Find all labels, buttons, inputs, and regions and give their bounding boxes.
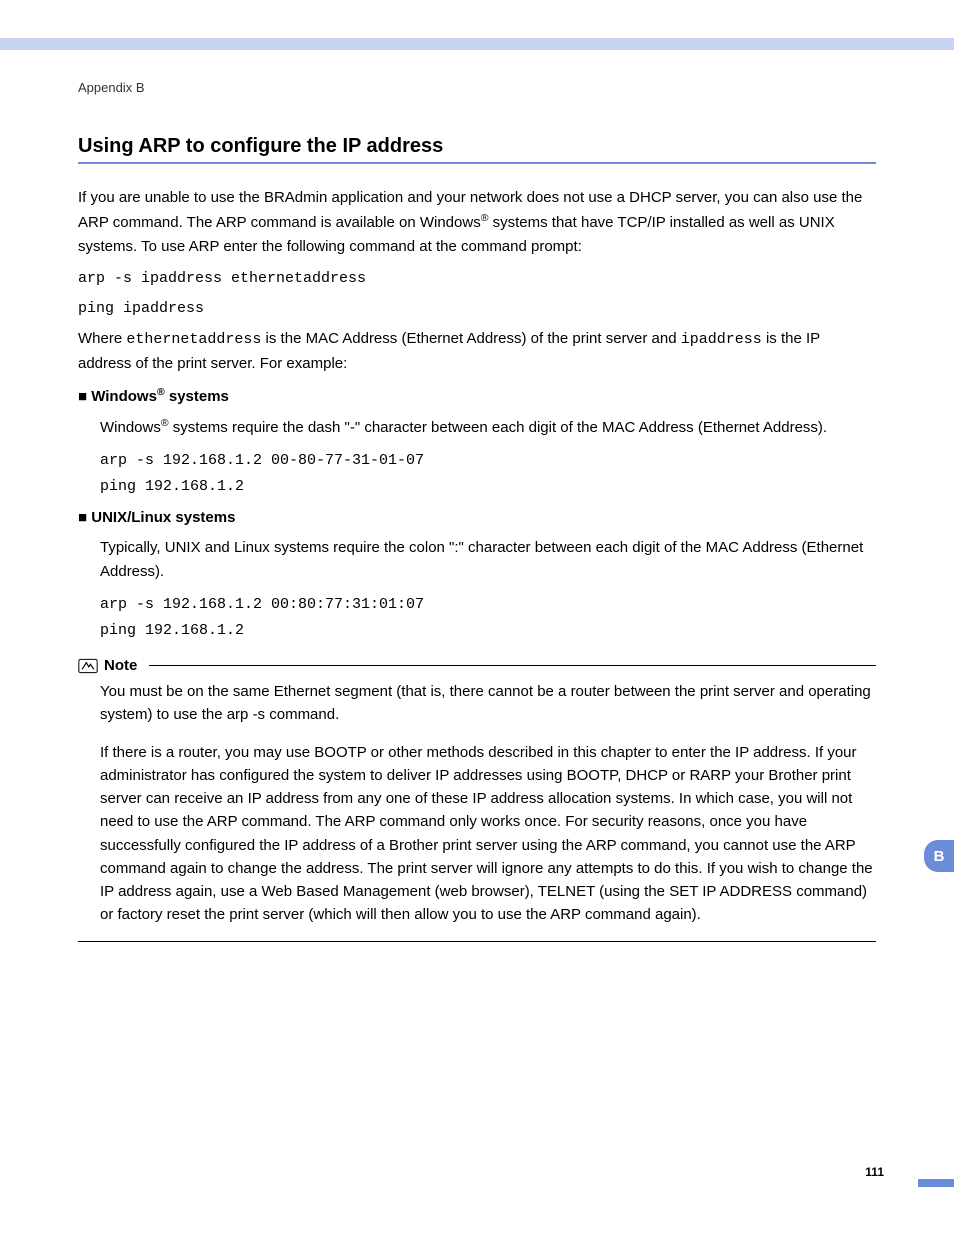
page-number: 111 [865,1165,884,1179]
windows-cmd-ping: ping 192.168.1.2 [100,474,876,500]
note-p1: You must be on the same Ethernet segment… [100,680,876,727]
note-icon [78,658,98,674]
note-p2: If there is a router, you may use BOOTP … [100,741,876,927]
windows-body-a: Windows [100,419,161,436]
windows-heading-b: systems [165,388,229,405]
note-bottom-line [78,941,876,942]
bullet-icon: ■ [78,509,87,526]
note-body: You must be on the same Ethernet segment… [100,680,876,927]
windows-section: ■ Windows® systems Windows® systems requ… [78,386,876,499]
note-block: Note You must be on the same Ethernet se… [78,657,876,942]
reg-mark: ® [161,417,169,429]
where-ip: ipaddress [681,331,762,348]
title-underline [78,162,876,164]
unix-section: ■ UNIX/Linux systems Typically, UNIX and… [78,509,876,643]
intro-paragraph: If you are unable to use the BRAdmin app… [78,186,876,259]
where-paragraph: Where ethernetaddress is the MAC Address… [78,327,876,376]
unix-heading: ■ UNIX/Linux systems [78,509,876,526]
note-title: Note [104,657,137,674]
command-arp-generic: arp -s ipaddress ethernetaddress [78,267,876,291]
unix-body: Typically, UNIX and Linux systems requir… [100,536,876,584]
appendix-header: Appendix B [78,80,876,95]
top-border [0,0,954,50]
unix-cmd-ping: ping 192.168.1.2 [100,618,876,644]
windows-cmd-arp: arp -s 192.168.1.2 00-80-77-31-01-07 [100,448,876,474]
unix-heading-text: UNIX/Linux systems [91,509,235,526]
note-header-line [149,665,876,666]
page-number-accent [918,1179,954,1187]
command-ping-generic: ping ipaddress [78,297,876,321]
windows-body-b: systems require the dash "-" character b… [169,419,827,436]
where-eth: ethernetaddress [126,331,261,348]
bullet-icon: ■ [78,388,87,405]
section-title: Using ARP to configure the IP address [78,135,876,158]
where-a: Where [78,330,126,347]
unix-cmd-arp: arp -s 192.168.1.2 00:80:77:31:01:07 [100,592,876,618]
windows-heading-a: Windows [91,388,157,405]
reg-mark: ® [157,386,165,398]
note-header: Note [78,657,876,674]
side-tab: B [924,840,954,872]
page-content: Appendix B Using ARP to configure the IP… [0,50,954,942]
windows-heading: ■ Windows® systems [78,386,876,405]
windows-body: Windows® systems require the dash "-" ch… [100,415,876,440]
where-b: is the MAC Address (Ethernet Address) of… [261,330,680,347]
